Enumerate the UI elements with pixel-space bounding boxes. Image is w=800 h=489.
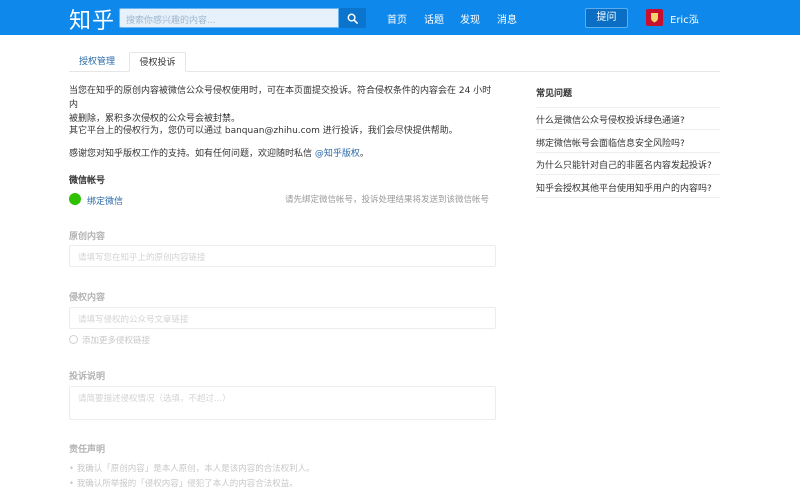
infringing-content-placeholder: 请填写侵权的公众号文章链接 [78,315,189,325]
declaration-label: 责任声明 [69,445,106,455]
complaint-description-textarea[interactable]: 请简要描述侵权情况（选填，不超过...） [69,386,496,420]
nav-topics[interactable]: 话题 [424,11,444,26]
tab-complaint[interactable]: 侵权投诉 [129,52,186,72]
faq-item[interactable]: 为什么只能针对自己的非匿名内容发起投诉? [536,158,720,171]
thanks-text-body: 感谢您对知乎版权工作的支持。如有任何问题，欢迎随时私信 [69,149,315,159]
search-icon [347,13,358,24]
wechat-icon [69,193,81,205]
crest-icon [651,13,658,23]
nav-messages[interactable]: 消息 [497,11,517,26]
zhihu-logo[interactable]: 知乎 [69,3,115,35]
faq-divider [536,197,720,198]
add-more-label: 添加更多侵权链接 [82,336,151,346]
faq-divider [536,107,720,108]
faq-item[interactable]: 什么是微信公众号侵权投诉绿色通道? [536,113,720,126]
nav-home[interactable]: 首页 [387,11,407,26]
other-platform-text: 其它平台上的侵权行为，您仍可以通过 banquan@zhihu.com 进行投诉… [69,126,458,136]
wechat-account-label: 微信帐号 [69,176,106,186]
infringing-content-input[interactable]: 请填写侵权的公众号文章链接 [69,307,496,329]
intro-line-1: 当您在知乎的原创内容被微信公众号侵权使用时，可在本页面提交投诉。符合侵权条件的内… [69,86,492,110]
original-content-label: 原创内容 [69,232,106,242]
search-input[interactable]: 搜索你感兴趣的内容... [119,8,339,28]
avatar[interactable] [646,9,663,26]
infringing-content-label: 侵权内容 [69,293,106,303]
faq-divider [536,152,720,153]
tab-authorization[interactable]: 授权管理 [71,52,123,72]
faq-item[interactable]: 知乎会授权其他平台使用知乎用户的内容吗? [536,181,720,194]
add-circle-icon [69,335,78,344]
add-more-links-button[interactable]: 添加更多侵权链接 [69,334,150,346]
faq-item[interactable]: 绑定微信帐号会面临信息安全风险吗? [536,136,720,149]
original-content-input[interactable]: 请填写您在知乎上的原创内容链接 [69,245,496,267]
username[interactable]: Eric泓 [670,11,699,26]
thanks-text: 感谢您对知乎版权工作的支持。如有任何问题，欢迎随时私信 @知乎版权。 [69,147,499,161]
declaration-item-2: • 我确认所举报的「侵权内容」侵犯了本人的内容合法权益。 [69,479,298,489]
top-nav-bar: 知乎 搜索你感兴趣的内容... 首页 话题 发现 消息 提问 Eric泓 [0,0,800,35]
intro-paragraph: 当您在知乎的原创内容被微信公众号侵权使用时，可在本页面提交投诉。符合侵权条件的内… [69,84,499,126]
search-placeholder: 搜索你感兴趣的内容... [126,16,216,26]
complaint-description-label: 投诉说明 [69,372,106,382]
nav-explore[interactable]: 发现 [460,11,480,26]
thanks-text-end: 。 [359,149,369,159]
faq-divider [536,129,720,130]
declaration-item-1: • 我确认「原创内容」是本人原创，本人是该内容的合法权利人。 [69,464,315,474]
ask-button[interactable]: 提问 [585,8,628,28]
original-content-placeholder: 请填写您在知乎上的原创内容链接 [78,253,206,263]
zhihu-copyright-link[interactable]: @知乎版权 [315,149,360,159]
complaint-description-placeholder: 请简要描述侵权情况（选填，不超过...） [78,394,231,404]
search-button[interactable] [339,8,366,28]
faq-divider [536,174,720,175]
bind-wechat-link[interactable]: 绑定微信 [87,194,123,207]
bind-wechat-hint: 请先绑定微信帐号，投诉处理结果将发送到该微信帐号 [285,195,490,205]
faq-title: 常见问题 [536,89,573,99]
